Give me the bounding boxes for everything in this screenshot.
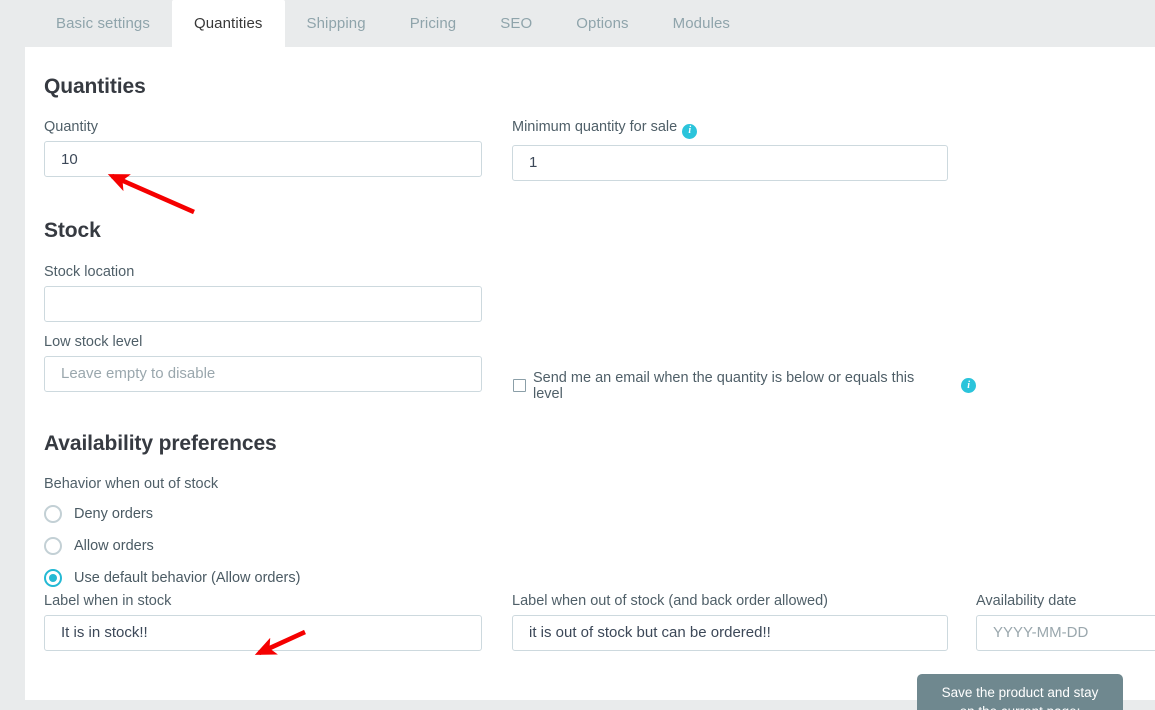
radio-label: Deny orders <box>74 505 153 522</box>
low-stock-email-row: Send me an email when the quantity is be… <box>513 370 976 402</box>
info-icon[interactable]: i <box>682 123 698 139</box>
quantities-panel: Quantities Quantity Minimum quantity for… <box>25 47 1155 700</box>
tab-label: Basic settings <box>56 15 150 32</box>
availability-date-input[interactable] <box>976 614 1155 651</box>
radio-button-icon <box>44 504 62 523</box>
stock-heading: Stock <box>44 218 101 242</box>
save-and-stay-tooltip: Save the product and stay on the current… <box>917 674 1123 710</box>
availability-date-group: Availability date <box>976 593 1155 651</box>
quantity-field-group: Quantity <box>44 119 512 181</box>
radio-allow-orders[interactable]: Allow orders <box>44 536 1155 555</box>
stock-email-group: Send me an email when the quantity is be… <box>512 264 976 402</box>
availability-preferences-heading: Availability preferences <box>44 431 277 455</box>
label-out-of-stock-group: Label when out of stock (and back order … <box>512 593 976 651</box>
label-when-in-stock-input[interactable] <box>44 614 482 651</box>
radio-button-icon <box>44 536 62 555</box>
availability-date-label: Availability date <box>976 592 1077 609</box>
tooltip-line-1: Save the product and stay <box>941 685 1099 700</box>
radio-deny-orders[interactable]: Deny orders <box>44 504 1155 523</box>
radio-label: Use default behavior (Allow orders) <box>74 569 301 586</box>
tab-modules[interactable]: Modules <box>651 0 752 47</box>
info-icon[interactable]: i <box>961 378 976 393</box>
tooltip-line-2: on the current page: <box>927 702 1113 710</box>
behavior-out-of-stock-label: Behavior when out of stock <box>44 475 219 492</box>
low-stock-level-input[interactable] <box>44 355 482 392</box>
low-stock-level-label: Low stock level <box>44 333 143 350</box>
quantity-label: Quantity <box>44 119 98 135</box>
tab-label: SEO <box>500 15 533 32</box>
stock-location-label: Stock location <box>44 263 135 280</box>
quantity-input[interactable] <box>44 141 482 177</box>
low-stock-email-label: Send me an email when the quantity is be… <box>533 369 915 402</box>
tab-label: Quantities <box>193 15 263 32</box>
radio-label: Allow orders <box>74 537 154 554</box>
low-stock-email-checkbox[interactable] <box>513 379 526 392</box>
tab-basic-settings[interactable]: Basic settings <box>34 0 172 47</box>
label-when-out-of-stock-label: Label when out of stock (and back order … <box>512 592 828 609</box>
tab-label: Options <box>576 15 629 32</box>
tab-label: Modules <box>672 15 731 32</box>
label-when-out-of-stock-input[interactable] <box>512 614 948 651</box>
label-when-in-stock-label: Label when in stock <box>44 592 172 609</box>
minimum-quantity-input[interactable] <box>512 144 948 181</box>
tab-pricing[interactable]: Pricing <box>388 0 479 47</box>
minimum-quantity-field-group: Minimum quantity for sale i <box>512 119 976 181</box>
tab-quantities[interactable]: Quantities <box>171 0 285 47</box>
product-tabs: Basic settings Quantities Shipping Prici… <box>0 0 1155 47</box>
tab-label: Shipping <box>306 15 366 32</box>
minimum-quantity-label-text: Minimum quantity for sale <box>512 119 678 135</box>
tab-label: Pricing <box>409 15 457 32</box>
minimum-quantity-label: Minimum quantity for sale i <box>512 119 976 139</box>
stock-location-field-group: Stock location Low stock level <box>44 264 512 392</box>
label-in-stock-group: Label when in stock <box>44 593 512 651</box>
tab-options[interactable]: Options <box>554 0 650 47</box>
tab-seo[interactable]: SEO <box>478 0 554 47</box>
tab-shipping[interactable]: Shipping <box>285 0 388 47</box>
product-edit-page: Basic settings Quantities Shipping Prici… <box>0 0 1155 710</box>
radio-use-default-behavior[interactable]: Use default behavior (Allow orders) <box>44 568 1155 587</box>
quantities-heading: Quantities <box>44 75 146 98</box>
stock-location-input[interactable] <box>44 285 482 322</box>
radio-button-selected-icon <box>44 568 62 587</box>
